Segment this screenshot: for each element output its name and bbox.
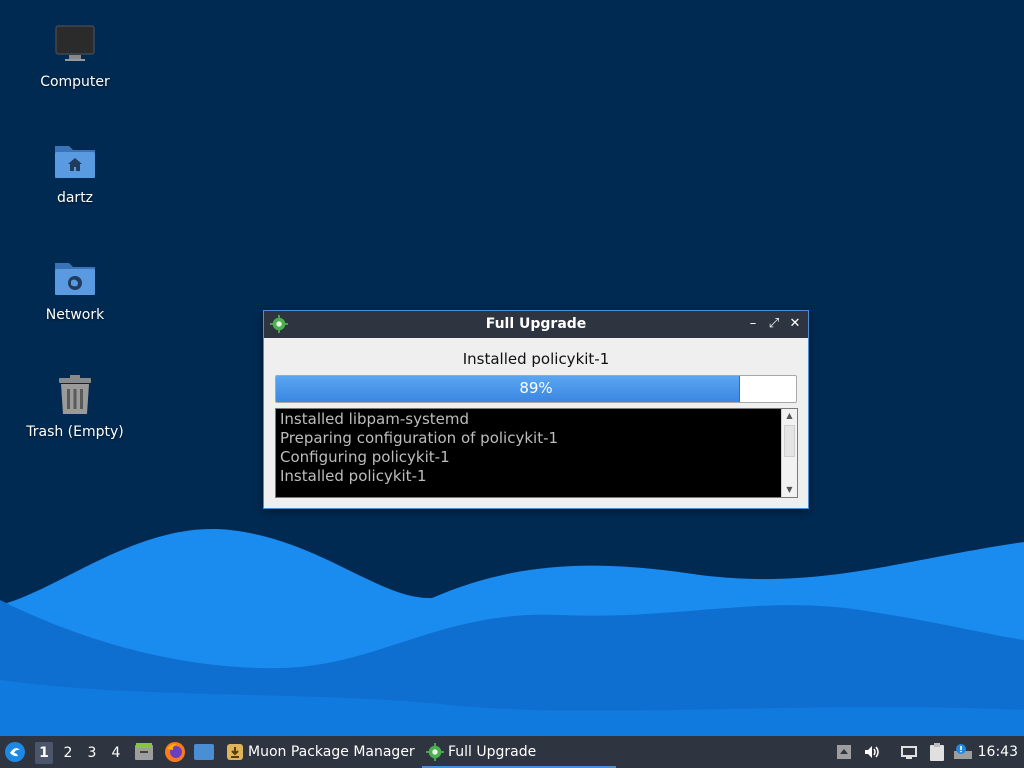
workspace-3[interactable]: 3 <box>83 742 101 764</box>
workspace-1[interactable]: 1 <box>35 742 53 764</box>
progress-bar: 89% <box>275 375 797 403</box>
hidden-icons-icon[interactable] <box>835 743 853 761</box>
firefox-icon[interactable] <box>164 741 186 763</box>
muon-icon <box>227 744 243 760</box>
log-lines: Installed libpam-systemd Preparing confi… <box>280 410 779 486</box>
clipboard-icon[interactable] <box>927 743 947 761</box>
desktop-icon-label: Network <box>45 307 105 323</box>
computer-icon <box>55 25 95 61</box>
update-notifier-icon[interactable] <box>953 743 973 761</box>
desktop-show-icon[interactable] <box>193 743 215 761</box>
workspace-4[interactable]: 4 <box>107 742 125 764</box>
clock[interactable]: 16:43 <box>978 736 1018 768</box>
taskbar: 1 2 3 4 Muon Package Manager Full Upgrad… <box>0 736 1024 768</box>
full-upgrade-dialog: Full Upgrade – ⤢ ✕ Installed policykit-1… <box>263 310 809 509</box>
scroll-thumb[interactable] <box>784 425 795 457</box>
desktop-icon-label: dartz <box>56 190 94 206</box>
dialog-titlebar[interactable]: Full Upgrade – ⤢ ✕ <box>264 311 808 338</box>
workspace-2[interactable]: 2 <box>59 742 77 764</box>
scroll-down-arrow-icon[interactable]: ▼ <box>782 483 797 497</box>
desktop-icon-home[interactable]: dartz <box>15 138 135 206</box>
desktop-icon-label: Computer <box>40 74 110 90</box>
volume-icon[interactable] <box>863 743 881 761</box>
progress-label: 89% <box>519 379 553 397</box>
close-button[interactable]: ✕ <box>786 315 804 333</box>
start-menu-icon[interactable] <box>4 741 26 763</box>
desktop-icon-computer[interactable]: Computer <box>15 22 135 90</box>
minimize-button[interactable]: – <box>744 315 762 333</box>
desktop-icon-label: Trash (Empty) <box>26 424 124 440</box>
trash-icon <box>59 375 91 414</box>
task-full-upgrade[interactable]: Full Upgrade <box>422 738 616 768</box>
task-label: Full Upgrade <box>448 744 537 760</box>
network-icon[interactable] <box>900 743 918 761</box>
home-folder-icon <box>55 146 95 178</box>
file-manager-icon[interactable] <box>134 742 154 762</box>
task-label: Muon Package Manager <box>248 744 415 760</box>
desktop-icon-trash[interactable]: Trash (Empty) <box>15 372 135 440</box>
log-line: Preparing configuration of policykit-1 <box>280 429 559 447</box>
dialog-title: Full Upgrade <box>485 316 587 332</box>
log-line: Configuring policykit-1 <box>280 448 450 466</box>
scroll-up-arrow-icon[interactable]: ▲ <box>782 409 797 423</box>
network-folder-icon <box>55 263 95 295</box>
log-line: Installed policykit-1 <box>280 467 427 485</box>
gear-icon <box>426 743 444 761</box>
log-scrollbar[interactable]: ▲ ▼ <box>781 409 797 497</box>
log-line: Installed libpam-systemd <box>280 410 470 428</box>
log-output[interactable]: Installed libpam-systemd Preparing confi… <box>275 408 798 498</box>
desktop: Computer dartz Network Trash (Empty) Ful… <box>0 0 1024 736</box>
maximize-button[interactable]: ⤢ <box>765 315 783 333</box>
status-text: Installed policykit-1 <box>462 350 610 368</box>
desktop-icon-network[interactable]: Network <box>15 255 135 323</box>
task-muon-package-manager[interactable]: Muon Package Manager <box>222 738 423 766</box>
